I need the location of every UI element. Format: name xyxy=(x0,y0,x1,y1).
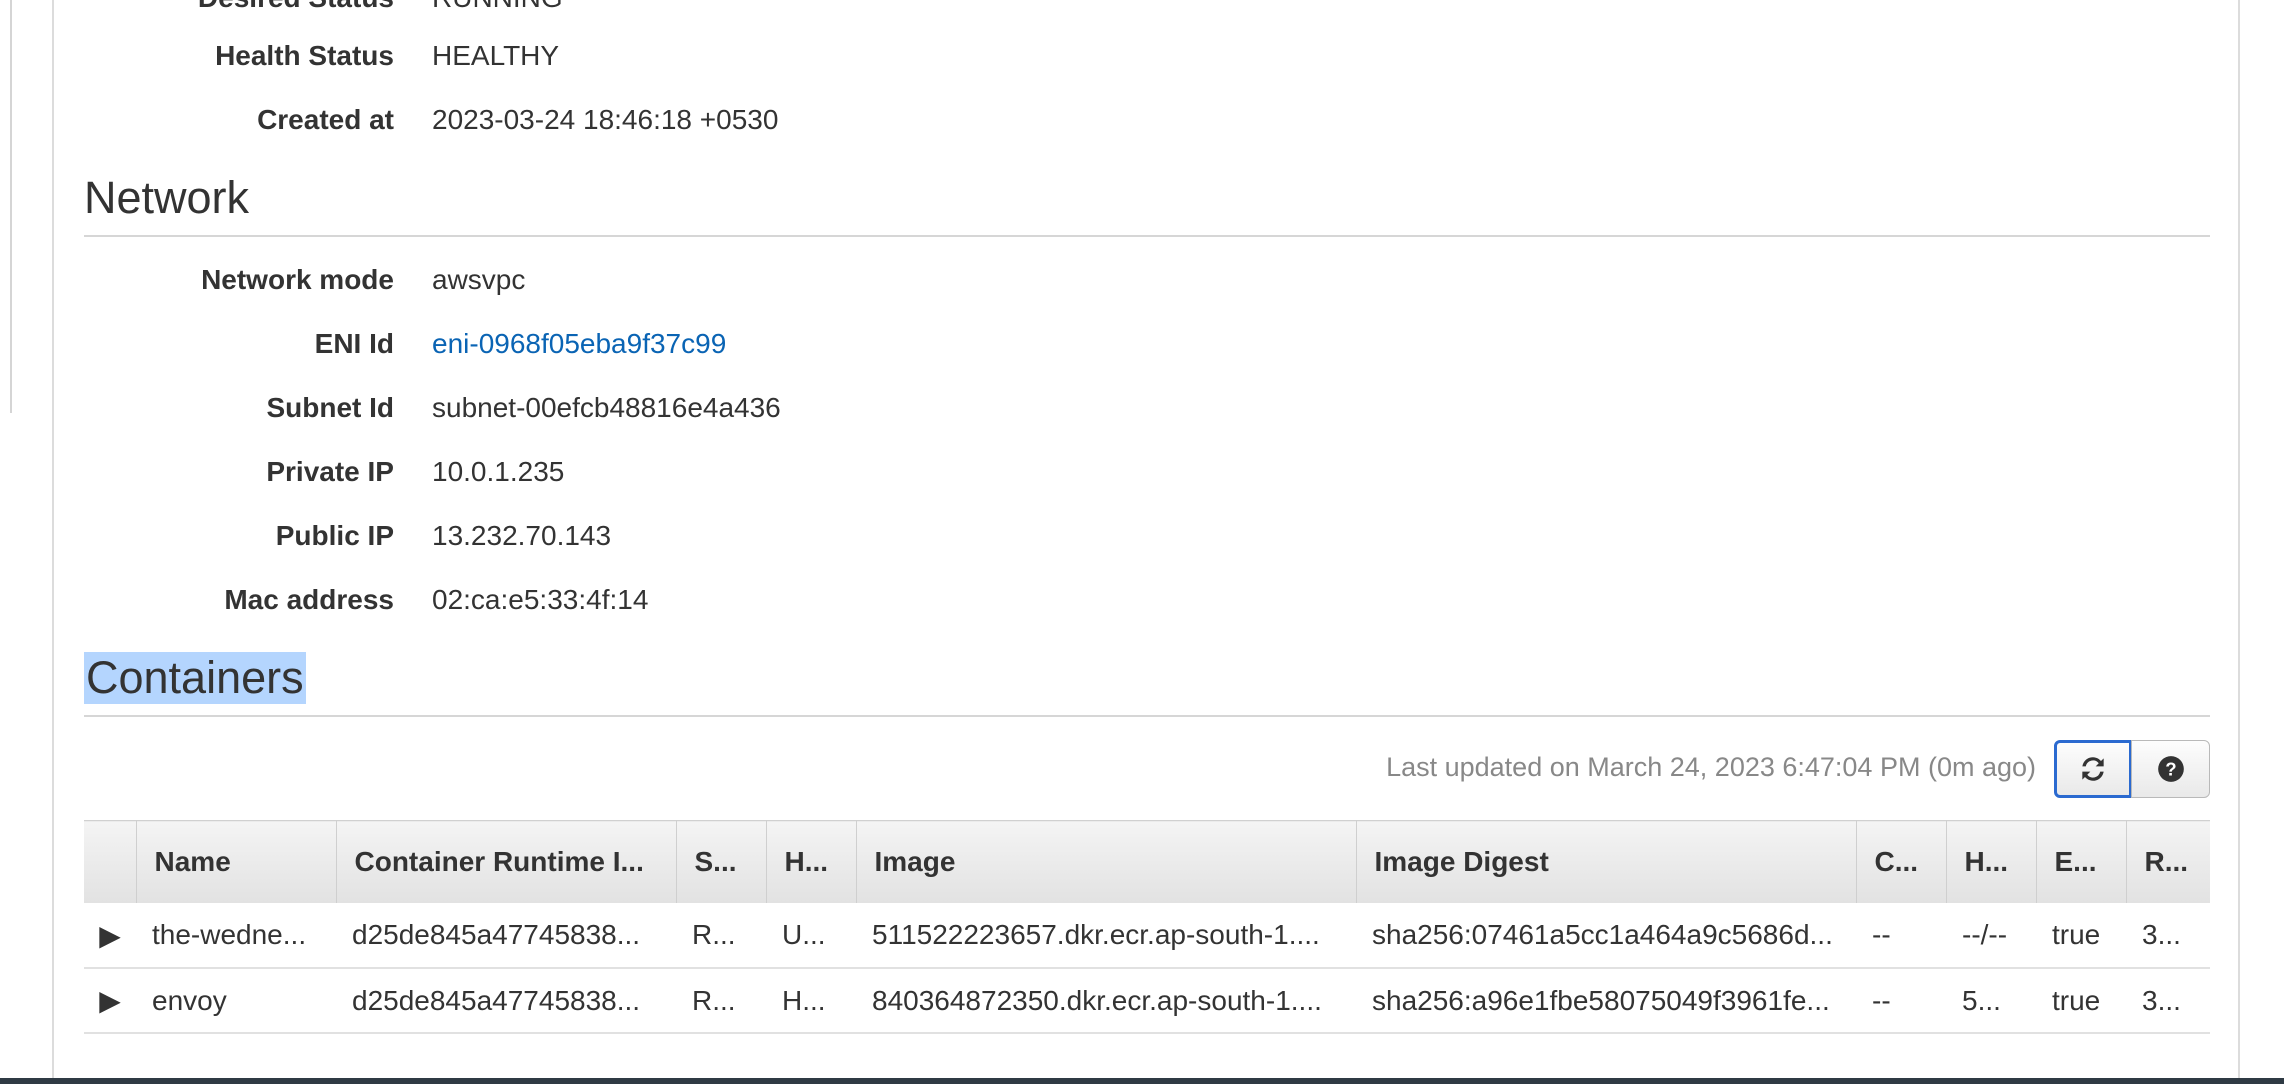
cell-e: true xyxy=(2036,903,2126,969)
cell-health: H... xyxy=(766,968,856,1034)
column-header-r[interactable]: R... xyxy=(2126,820,2210,903)
column-header-health[interactable]: H... xyxy=(766,820,857,903)
column-header-runtime-id[interactable]: Container Runtime I... xyxy=(336,820,677,903)
containers-section-title: Containers xyxy=(84,652,306,704)
cell-runtime-id: d25de845a47745838... xyxy=(336,903,676,969)
cell-e: true xyxy=(2036,968,2126,1034)
refresh-button[interactable] xyxy=(2054,740,2132,798)
public-ip-label: Public IP xyxy=(275,520,394,551)
expand-row-icon[interactable]: ▶ xyxy=(84,903,136,969)
desired-status-value: RUNNING xyxy=(432,0,563,14)
refresh-icon xyxy=(2082,757,2104,781)
table-actions: ? xyxy=(2054,740,2210,798)
left-scroll-edge xyxy=(10,0,12,413)
column-header-image-digest[interactable]: Image Digest xyxy=(1356,820,1857,903)
cell-name: envoy xyxy=(136,968,336,1034)
network-mode-value: awsvpc xyxy=(432,264,526,295)
private-ip-value: 10.0.1.235 xyxy=(432,456,565,487)
column-header-status[interactable]: S... xyxy=(676,820,767,903)
cell-r: 3... xyxy=(2126,903,2210,969)
panel-right-border xyxy=(2238,0,2240,1084)
cell-r: 3... xyxy=(2126,968,2210,1034)
containers-table: Name Container Runtime I... S... H... Im… xyxy=(84,820,2210,1034)
mac-address-label: Mac address xyxy=(224,584,394,615)
cell-status: R... xyxy=(676,968,766,1034)
table-header-row: Name Container Runtime I... S... H... Im… xyxy=(84,820,2210,903)
cell-name: the-wedne... xyxy=(136,903,336,969)
panel-left-border xyxy=(52,0,54,1084)
created-at-label: Created at xyxy=(257,104,394,135)
created-at-value: 2023-03-24 18:46:18 +0530 xyxy=(432,104,779,135)
cell-h: --/-- xyxy=(1946,903,2036,969)
bottom-border xyxy=(0,1078,2284,1084)
containers-section-divider xyxy=(84,715,2210,717)
subnet-id-value: subnet-00efcb48816e4a436 xyxy=(432,392,781,423)
column-header-c[interactable]: C... xyxy=(1856,820,1947,903)
help-button[interactable]: ? xyxy=(2131,740,2210,798)
column-header-image[interactable]: Image xyxy=(856,820,1357,903)
network-section-divider xyxy=(84,235,2210,237)
cell-image-digest: sha256:a96e1fbe58075049f3961fe... xyxy=(1356,968,1856,1034)
column-header-name[interactable]: Name xyxy=(136,820,337,903)
help-icon: ? xyxy=(2157,756,2184,782)
cell-health: U... xyxy=(766,903,856,969)
cell-status: R... xyxy=(676,903,766,969)
table-row[interactable]: ▶ the-wedne... d25de845a47745838... R...… xyxy=(84,903,2210,969)
cell-image: 840364872350.dkr.ecr.ap-south-1.... xyxy=(856,968,1356,1034)
table-row[interactable]: ▶ envoy d25de845a47745838... R... H... 8… xyxy=(84,968,2210,1034)
last-updated-text: Last updated on March 24, 2023 6:47:04 P… xyxy=(1386,752,2036,782)
cell-c: -- xyxy=(1856,903,1946,969)
column-header-e[interactable]: E... xyxy=(2036,820,2127,903)
svg-text:?: ? xyxy=(2165,758,2176,779)
public-ip-value: 13.232.70.143 xyxy=(432,520,612,551)
health-status-label: Health Status xyxy=(215,40,394,71)
eni-id-label: ENI Id xyxy=(314,328,394,359)
cell-image: 511522223657.dkr.ecr.ap-south-1.... xyxy=(856,903,1356,969)
cell-c: -- xyxy=(1856,968,1946,1034)
cell-runtime-id: d25de845a47745838... xyxy=(336,968,676,1034)
health-status-value: HEALTHY xyxy=(432,40,560,71)
private-ip-label: Private IP xyxy=(266,456,394,487)
network-mode-label: Network mode xyxy=(201,264,394,295)
eni-id-link[interactable]: eni-0968f05eba9f37c99 xyxy=(432,328,726,360)
expand-row-icon[interactable]: ▶ xyxy=(84,968,136,1034)
cell-h: 5... xyxy=(1946,968,2036,1034)
subnet-id-label: Subnet Id xyxy=(266,392,394,423)
desired-status-label: Desired Status xyxy=(198,0,394,14)
network-section-title: Network xyxy=(84,172,250,223)
column-header-h[interactable]: H... xyxy=(1946,820,2037,903)
cell-image-digest: sha256:07461a5cc1a464a9c5686d... xyxy=(1356,903,1856,969)
expand-column-header xyxy=(84,820,137,903)
mac-address-value: 02:ca:e5:33:4f:14 xyxy=(432,584,649,615)
